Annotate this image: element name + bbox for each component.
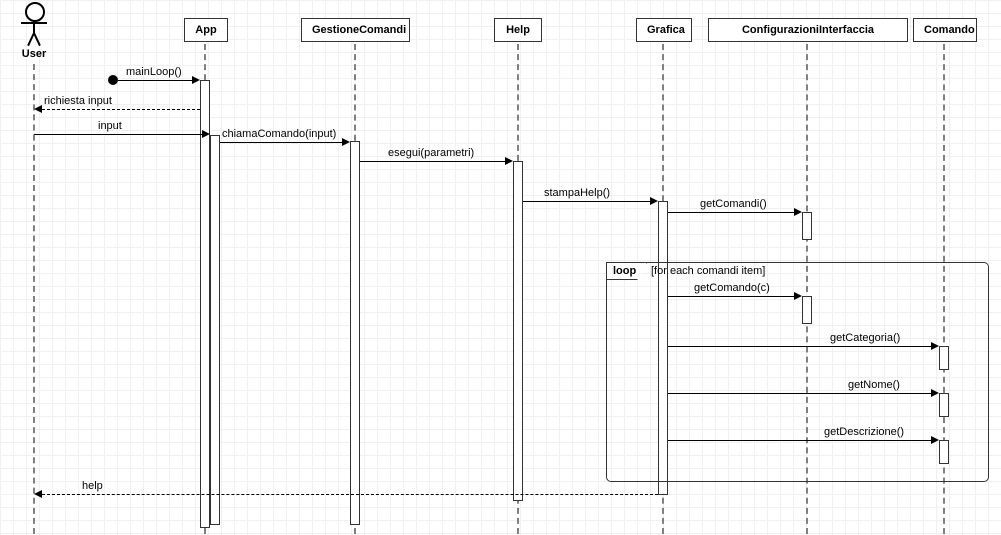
lifeline-app-head: App [184, 18, 228, 42]
msg-chiama-label: chiamaComando(input) [222, 128, 336, 140]
msg-help [42, 494, 658, 495]
activation-app-inner [210, 135, 220, 525]
msg-getcategoria-label: getCategoria() [830, 332, 900, 344]
msg-getcomando [668, 296, 794, 297]
msg-getcomandi-label: getComandi() [700, 198, 767, 210]
msg-richiesta [42, 109, 200, 110]
sequence-diagram: User App GestioneComandi Help Grafica Co… [0, 0, 1001, 535]
msg-input [34, 134, 202, 135]
msg-chiama [220, 142, 342, 143]
activation-config-1 [802, 212, 812, 240]
msg-mainloop-label: mainLoop() [126, 66, 182, 78]
activation-app [200, 80, 210, 528]
loop-operator: loop [606, 262, 647, 280]
msg-getnome-label: getNome() [848, 379, 900, 391]
lifeline-help-head: Help [494, 18, 542, 42]
msg-richiesta-label: richiesta input [44, 95, 112, 107]
msg-getcomando-label: getComando(c) [694, 282, 770, 294]
msg-esegui-label: esegui(parametri) [388, 147, 474, 159]
activation-help [513, 161, 523, 501]
lifeline-grafica-head: Grafica [636, 18, 692, 42]
msg-mainloop [118, 80, 192, 81]
lifeline-gestione-head: GestioneComandi [301, 18, 410, 42]
msg-getcomandi [668, 212, 794, 213]
msg-getdescrizione-label: getDescrizione() [824, 426, 904, 438]
msg-input-label: input [98, 120, 122, 132]
msg-getnome [668, 393, 931, 394]
activation-gestione [350, 141, 360, 525]
found-message-dot [108, 75, 118, 85]
msg-getcategoria [668, 346, 931, 347]
msg-stampa [523, 201, 650, 202]
actor-user-label: User [14, 48, 54, 60]
lifeline-comando-head: Comando [913, 18, 977, 42]
msg-esegui [360, 161, 505, 162]
loop-guard: [for each comandi item] [651, 265, 765, 277]
lifeline-config-head: ConfigurazioniInterfaccia [708, 18, 908, 42]
msg-getdescrizione [668, 440, 931, 441]
msg-help-label: help [82, 480, 103, 492]
msg-stampa-label: stampaHelp() [544, 187, 610, 199]
